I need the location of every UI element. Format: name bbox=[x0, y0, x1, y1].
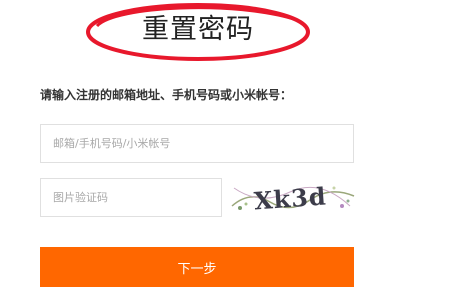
account-input[interactable] bbox=[40, 124, 354, 163]
page-title: 重置密码 bbox=[142, 14, 254, 45]
instruction-text: 请输入注册的邮箱地址、手机号码或小米帐号： bbox=[40, 88, 293, 102]
captcha-input[interactable] bbox=[40, 178, 222, 217]
next-step-button[interactable]: 下一步 bbox=[40, 247, 354, 287]
captcha-image[interactable]: Xk3d bbox=[230, 176, 356, 218]
captcha-text: Xk3d bbox=[253, 181, 328, 215]
title-area: 重置密码 bbox=[85, 2, 311, 62]
